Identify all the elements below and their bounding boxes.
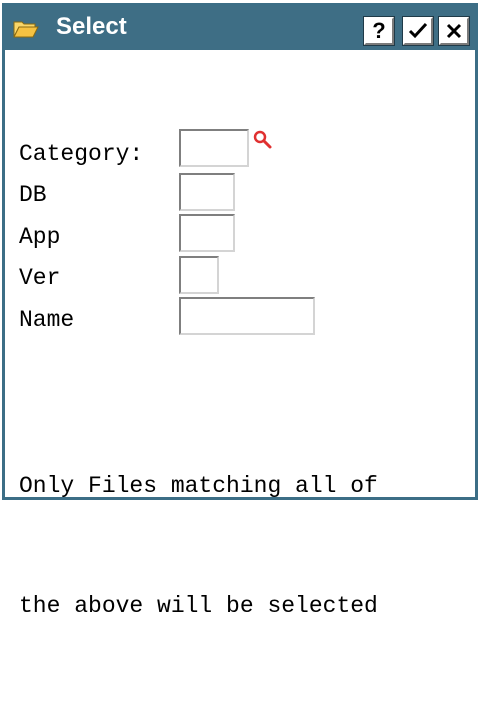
db-input[interactable] <box>179 173 235 211</box>
search-icon[interactable] <box>253 130 273 150</box>
help-button[interactable]: ? <box>363 16 395 46</box>
help-icon: ? <box>372 18 386 43</box>
app-input[interactable] <box>179 214 235 252</box>
checkmark-icon <box>408 22 428 40</box>
ok-button[interactable] <box>402 16 434 46</box>
note-line-2: the above will be selected <box>19 593 378 619</box>
close-icon <box>445 22 463 40</box>
app-label: App <box>19 224 61 250</box>
title-bar[interactable]: Select ? <box>5 6 475 50</box>
folder-icon <box>13 19 39 39</box>
name-label: Name <box>19 307 75 333</box>
select-dialog: Select ? Category: DB App Ver Name Only … <box>2 3 478 619</box>
selection-note: Only Files matching all of the above wil… <box>19 386 378 706</box>
category-label: Category: <box>19 141 144 167</box>
db-label: DB <box>19 182 47 208</box>
dialog-title: Select <box>56 13 127 40</box>
category-input[interactable] <box>179 129 249 167</box>
note-line-1: Only Files matching all of <box>19 473 378 499</box>
name-input[interactable] <box>179 297 315 335</box>
ver-input[interactable] <box>179 256 219 294</box>
ver-label: Ver <box>19 265 61 291</box>
close-button[interactable] <box>438 16 470 46</box>
